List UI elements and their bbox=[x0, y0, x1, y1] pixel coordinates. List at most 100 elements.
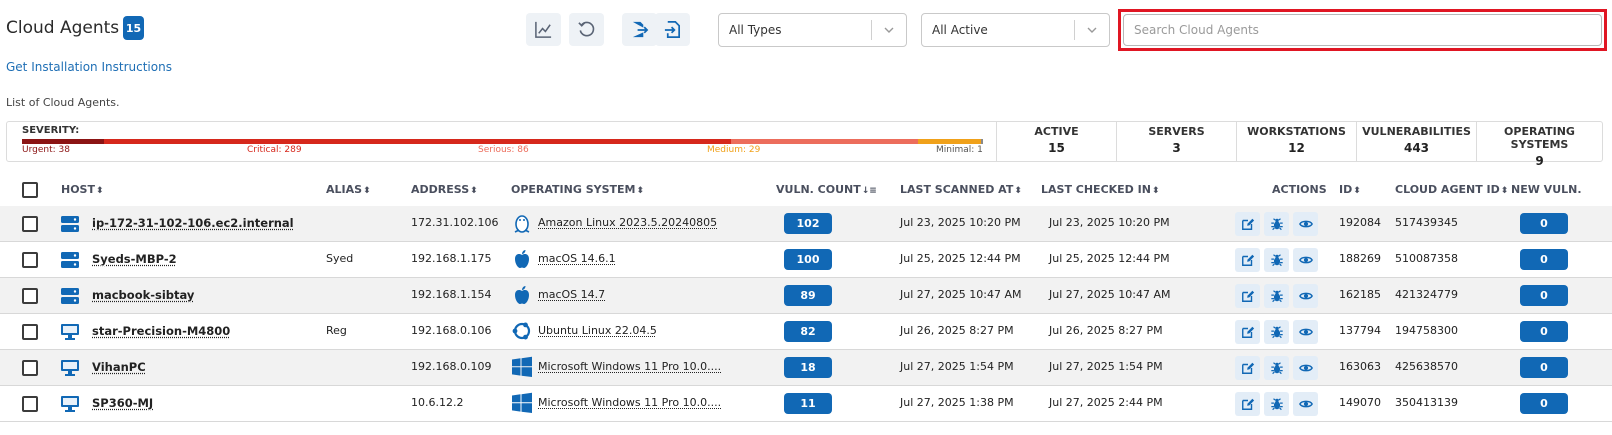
host-link[interactable]: Syeds-MBP-2 bbox=[92, 252, 177, 266]
edit-button[interactable] bbox=[1235, 356, 1260, 380]
address-cell: 192.168.0.109 bbox=[411, 360, 492, 373]
windows-icon bbox=[511, 392, 533, 414]
status-filter-select[interactable]: All Active bbox=[921, 13, 1110, 47]
vuln-count-badge[interactable]: 102 bbox=[784, 213, 832, 234]
chart-button[interactable] bbox=[526, 13, 561, 46]
new-vuln-badge[interactable]: 0 bbox=[1520, 357, 1568, 378]
status-filter-value: All Active bbox=[932, 23, 988, 37]
os-link[interactable]: Amazon Linux 2023.5.20240805 bbox=[538, 216, 717, 229]
host-link[interactable]: SP360-MJ bbox=[92, 396, 153, 410]
os-link[interactable]: macOS 14.7 bbox=[538, 288, 605, 301]
search-input[interactable] bbox=[1123, 14, 1602, 46]
column-label: ALIAS bbox=[326, 183, 363, 196]
address-cell: 192.168.1.154 bbox=[411, 288, 492, 301]
host-link[interactable]: VihanPC bbox=[92, 360, 146, 374]
edit-icon bbox=[1241, 398, 1254, 410]
new-vuln-badge[interactable]: 0 bbox=[1520, 285, 1568, 306]
bug-icon bbox=[1270, 290, 1283, 303]
row-checkbox[interactable] bbox=[22, 288, 38, 304]
sort-icon: ⬍ bbox=[1500, 186, 1509, 196]
last-checked-cell: Jul 27, 2025 2:44 PM bbox=[1049, 396, 1163, 409]
host-link[interactable]: macbook-sibtay bbox=[92, 288, 194, 302]
cloud-agent-id-cell: 425638570 bbox=[1395, 360, 1458, 373]
vulnerabilities-button[interactable] bbox=[1264, 392, 1289, 416]
vulnerabilities-button[interactable] bbox=[1264, 248, 1289, 272]
os-link[interactable]: Ubuntu Linux 22.04.5 bbox=[538, 324, 657, 337]
severity-segment bbox=[980, 139, 983, 144]
linux-icon bbox=[511, 212, 533, 234]
stat-label: WORKSTATIONS bbox=[1247, 125, 1346, 138]
import-button[interactable] bbox=[655, 13, 690, 46]
id-cell: 163063 bbox=[1339, 360, 1381, 373]
monitor-icon bbox=[60, 395, 80, 413]
installation-instructions-link[interactable]: Get Installation Instructions bbox=[6, 60, 172, 74]
column-header-os[interactable]: OPERATING SYSTEM⬍ bbox=[511, 183, 644, 196]
table-row: ip-172-31-102-106.ec2.internal 172.31.10… bbox=[0, 206, 1612, 242]
vulnerabilities-button[interactable] bbox=[1264, 212, 1289, 236]
view-button[interactable] bbox=[1293, 392, 1318, 416]
vuln-count-badge[interactable]: 11 bbox=[784, 393, 832, 414]
edit-button[interactable] bbox=[1235, 284, 1260, 308]
vuln-count-badge[interactable]: 100 bbox=[784, 249, 832, 270]
vuln-count-badge[interactable]: 82 bbox=[784, 321, 832, 342]
host-link[interactable]: ip-172-31-102-106.ec2.internal bbox=[92, 216, 294, 230]
select-all-checkbox[interactable] bbox=[22, 182, 38, 198]
refresh-button[interactable] bbox=[569, 13, 604, 46]
os-link[interactable]: macOS 14.6.1 bbox=[538, 252, 616, 265]
os-link[interactable]: Microsoft Windows 11 Pro 10.0.... bbox=[538, 396, 721, 409]
edit-icon bbox=[1241, 290, 1254, 302]
view-button[interactable] bbox=[1293, 248, 1318, 272]
view-button[interactable] bbox=[1293, 284, 1318, 308]
bug-icon bbox=[1270, 398, 1283, 411]
column-header-alias[interactable]: ALIAS⬍ bbox=[326, 183, 371, 196]
severity-segment bbox=[104, 139, 732, 144]
type-filter-select[interactable]: All Types bbox=[718, 13, 907, 47]
edit-button[interactable] bbox=[1235, 212, 1260, 236]
view-button[interactable] bbox=[1293, 320, 1318, 344]
severity-segment bbox=[731, 139, 918, 144]
host-link[interactable]: star-Precision-M4800 bbox=[92, 324, 230, 338]
row-checkbox[interactable] bbox=[22, 216, 38, 232]
severity-label-medium: Medium: 29 bbox=[707, 145, 761, 155]
new-vuln-badge[interactable]: 0 bbox=[1520, 249, 1568, 270]
view-button[interactable] bbox=[1293, 212, 1318, 236]
edit-button[interactable] bbox=[1235, 392, 1260, 416]
column-header-last-scanned[interactable]: LAST SCANNED AT⬍ bbox=[900, 183, 1022, 196]
edit-button[interactable] bbox=[1235, 320, 1260, 344]
column-header-id[interactable]: ID⬍ bbox=[1339, 183, 1361, 196]
vulnerabilities-button[interactable] bbox=[1264, 320, 1289, 344]
export-button[interactable] bbox=[622, 13, 657, 46]
chevron-down-icon bbox=[872, 23, 906, 37]
stat-workstations: WORKSTATIONS 12 bbox=[1236, 122, 1356, 161]
cloud-agent-id-cell: 194758300 bbox=[1395, 324, 1458, 337]
sort-icon: ⬍ bbox=[470, 186, 478, 196]
edit-button[interactable] bbox=[1235, 248, 1260, 272]
row-checkbox[interactable] bbox=[22, 324, 38, 340]
view-button[interactable] bbox=[1293, 356, 1318, 380]
new-vuln-badge[interactable]: 0 bbox=[1520, 393, 1568, 414]
last-checked-cell: Jul 23, 2025 10:20 PM bbox=[1049, 216, 1170, 229]
bug-icon bbox=[1270, 362, 1283, 375]
severity-label-minimal: Minimal: 1 bbox=[936, 145, 983, 155]
import-icon bbox=[664, 21, 681, 38]
row-checkbox[interactable] bbox=[22, 396, 38, 412]
last-scanned-cell: Jul 27, 2025 1:54 PM bbox=[900, 360, 1014, 373]
column-header-last-checked[interactable]: LAST CHECKED IN⬍ bbox=[1041, 183, 1160, 196]
vuln-count-badge[interactable]: 18 bbox=[784, 357, 832, 378]
severity-title: SEVERITY: bbox=[22, 125, 80, 136]
column-header-vuln-count[interactable]: VULN. COUNT↓≡ bbox=[776, 183, 877, 196]
column-header-cloud-agent-id[interactable]: CLOUD AGENT ID⬍ bbox=[1395, 183, 1508, 196]
row-checkbox[interactable] bbox=[22, 252, 38, 268]
row-checkbox[interactable] bbox=[22, 360, 38, 376]
column-header-host[interactable]: HOST⬍ bbox=[61, 183, 104, 196]
stat-label: SERVERS bbox=[1148, 125, 1205, 138]
column-header-address[interactable]: ADDRESS⬍ bbox=[411, 183, 478, 196]
os-link[interactable]: Microsoft Windows 11 Pro 10.0.... bbox=[538, 360, 721, 373]
new-vuln-badge[interactable]: 0 bbox=[1520, 213, 1568, 234]
new-vuln-badge[interactable]: 0 bbox=[1520, 321, 1568, 342]
last-checked-cell: Jul 25, 2025 12:44 PM bbox=[1049, 252, 1170, 265]
vuln-count-badge[interactable]: 89 bbox=[784, 285, 832, 306]
vulnerabilities-button[interactable] bbox=[1264, 284, 1289, 308]
vulnerabilities-button[interactable] bbox=[1264, 356, 1289, 380]
last-scanned-cell: Jul 27, 2025 1:38 PM bbox=[900, 396, 1014, 409]
